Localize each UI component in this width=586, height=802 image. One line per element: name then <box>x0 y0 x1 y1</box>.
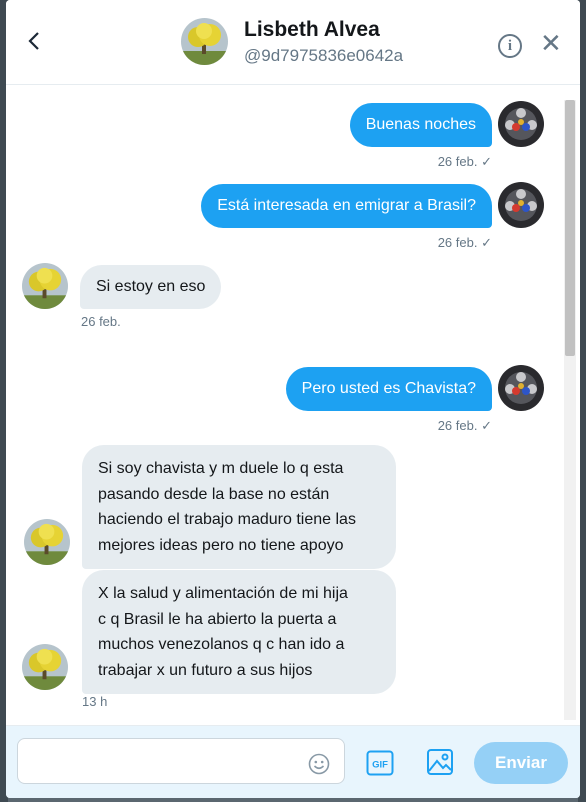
message-line: muchos venezolanos q c han ido a <box>98 636 345 653</box>
back-button[interactable] <box>24 30 46 52</box>
message-timestamp: 26 feb. <box>81 314 121 329</box>
svg-text:GIF: GIF <box>372 760 388 771</box>
message-timestamp: 26 feb. ✓ <box>437 154 492 169</box>
message-line: X la salud y alimentación de mi hija <box>98 585 348 602</box>
message-timestamp: 13 h <box>82 694 108 709</box>
tree-avatar-image <box>22 263 68 309</box>
gear-art-avatar-image <box>498 365 544 411</box>
sent-check-icon: ✓ <box>481 154 492 169</box>
message-line: c q Brasil le ha abierto la puerta a <box>98 610 337 628</box>
dm-dialog: Lisbeth Alvea @9d7975836e0642a i ✕ Buena… <box>6 0 580 798</box>
message-bubble-outgoing[interactable]: Pero usted es Chavista? <box>285 367 492 411</box>
contact-avatar[interactable] <box>22 644 68 690</box>
contact-handle: @9d7975836e0642a <box>244 46 404 65</box>
tree-avatar-image <box>22 644 68 690</box>
message-timestamp: 26 feb. ✓ <box>437 235 492 250</box>
conversation-header: Lisbeth Alvea @9d7975836e0642a i ✕ <box>6 0 580 85</box>
message-line: mejores ideas pero no tiene apoyo <box>98 536 344 554</box>
contact-name: Lisbeth Alvea <box>244 18 380 41</box>
sent-check-icon: ✓ <box>481 418 492 433</box>
message-input[interactable] <box>17 738 345 784</box>
message-bubble-incoming[interactable]: Si soy chavista y m duele lo q esta pasa… <box>82 445 396 569</box>
message-bubble-outgoing[interactable]: Está interesada en emigrar a Brasil? <box>201 184 492 228</box>
message-timestamp: 26 feb. ✓ <box>437 418 492 433</box>
message-thread: Buenas noches 26 feb. ✓ Está interesada … <box>6 85 580 725</box>
emoji-icon[interactable] <box>308 753 330 780</box>
my-avatar[interactable] <box>498 365 544 411</box>
sent-check-icon: ✓ <box>481 235 492 250</box>
header-avatar[interactable] <box>181 18 228 65</box>
message-bubble-outgoing[interactable]: Buenas noches <box>349 103 492 147</box>
close-icon[interactable]: ✕ <box>540 30 562 56</box>
my-avatar[interactable] <box>498 101 544 147</box>
gif-icon[interactable]: GIF <box>366 750 394 781</box>
tree-avatar-image <box>24 519 70 565</box>
message-composer: GIF Enviar <box>6 725 580 798</box>
info-icon[interactable]: i <box>498 34 522 58</box>
image-icon[interactable] <box>426 748 454 781</box>
message-line: trabajar x un futuro a sus hijos <box>98 661 313 679</box>
chevron-left-icon <box>28 32 39 50</box>
tree-avatar-image <box>181 18 228 65</box>
contact-avatar[interactable] <box>24 519 70 565</box>
thread-scrollbar[interactable] <box>564 100 576 720</box>
message-line: pasando desde la base no están <box>98 485 330 503</box>
gear-art-avatar-image <box>498 182 544 228</box>
send-button[interactable]: Enviar <box>474 742 568 784</box>
message-bubble-incoming[interactable]: Si estoy en eso <box>80 265 222 309</box>
scrollbar-thumb[interactable] <box>565 100 575 356</box>
gear-art-avatar-image <box>498 101 544 147</box>
my-avatar[interactable] <box>498 182 544 228</box>
message-bubble-incoming[interactable]: X la salud y alimentación de mi hija c q… <box>82 570 396 694</box>
message-line: Si soy chavista y m duele lo q esta <box>98 460 344 477</box>
contact-avatar[interactable] <box>22 263 68 309</box>
message-line: haciendo el trabajo maduro tiene las <box>98 511 356 528</box>
